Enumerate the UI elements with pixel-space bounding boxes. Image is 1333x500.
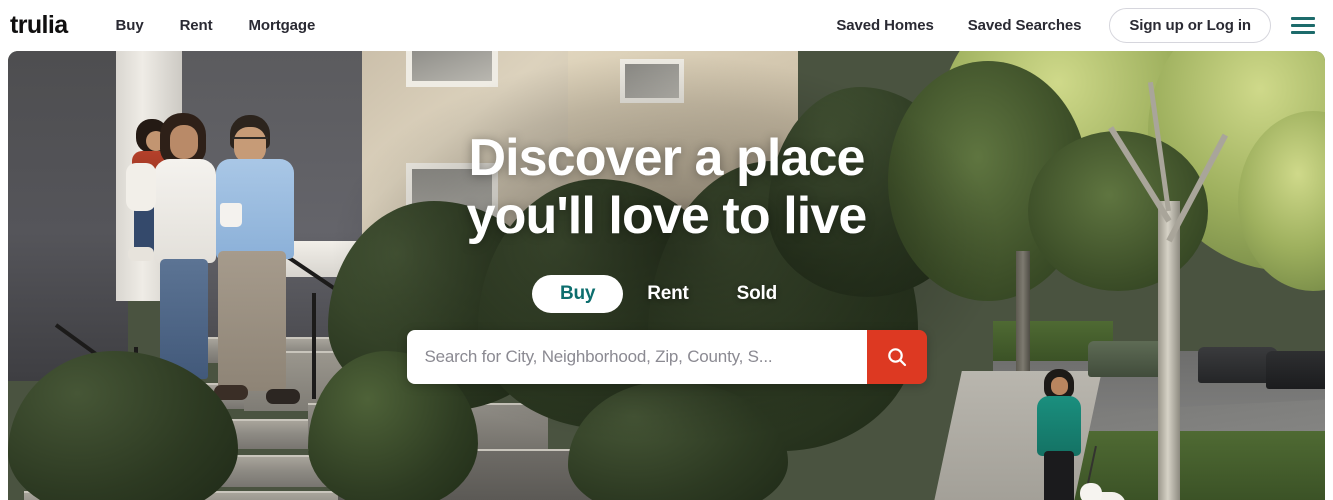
man-shoe [266, 389, 300, 404]
search-icon [885, 345, 909, 369]
sign-up-or-log-in-button[interactable]: Sign up or Log in [1109, 8, 1271, 43]
hamburger-bar [1291, 24, 1315, 27]
search-bar [406, 330, 927, 384]
nav-link-saved-homes[interactable]: Saved Homes [819, 17, 950, 34]
tab-sold[interactable]: Sold [713, 275, 801, 313]
nav-link-mortgage[interactable]: Mortgage [231, 17, 334, 34]
nav-link-buy[interactable]: Buy [98, 17, 162, 34]
woman-walker-leggings [1044, 451, 1074, 500]
site-header: trulia Buy Rent Mortgage Saved Homes Sav… [0, 0, 1333, 51]
hamburger-menu-icon[interactable] [1291, 15, 1315, 37]
secondary-nav: Saved Homes Saved Searches Sign up or Lo… [819, 8, 1319, 43]
woman-walker-top [1037, 396, 1081, 456]
nav-link-saved-searches[interactable]: Saved Searches [951, 17, 1099, 34]
search-button[interactable] [866, 330, 927, 384]
search-input[interactable] [406, 330, 867, 384]
hero-title-line-1: Discover a place [468, 129, 865, 187]
hero-title-line-2: you'll love to live [466, 187, 868, 245]
trulia-logo[interactable]: trulia [10, 13, 68, 38]
tab-rent[interactable]: Rent [623, 275, 712, 313]
hamburger-bar [1291, 17, 1315, 20]
search-type-tabs: Buy Rent Sold [531, 275, 801, 313]
tab-buy[interactable]: Buy [531, 275, 624, 313]
nav-link-rent[interactable]: Rent [162, 17, 231, 34]
hero-content: Discover a place you'll love to live Buy… [8, 51, 1325, 384]
primary-nav: Buy Rent Mortgage [98, 17, 334, 34]
page-title: Discover a place you'll love to live [466, 51, 868, 245]
dog-head [1080, 483, 1102, 500]
hamburger-bar [1291, 31, 1315, 34]
hero-banner: Discover a place you'll love to live Buy… [8, 51, 1325, 500]
